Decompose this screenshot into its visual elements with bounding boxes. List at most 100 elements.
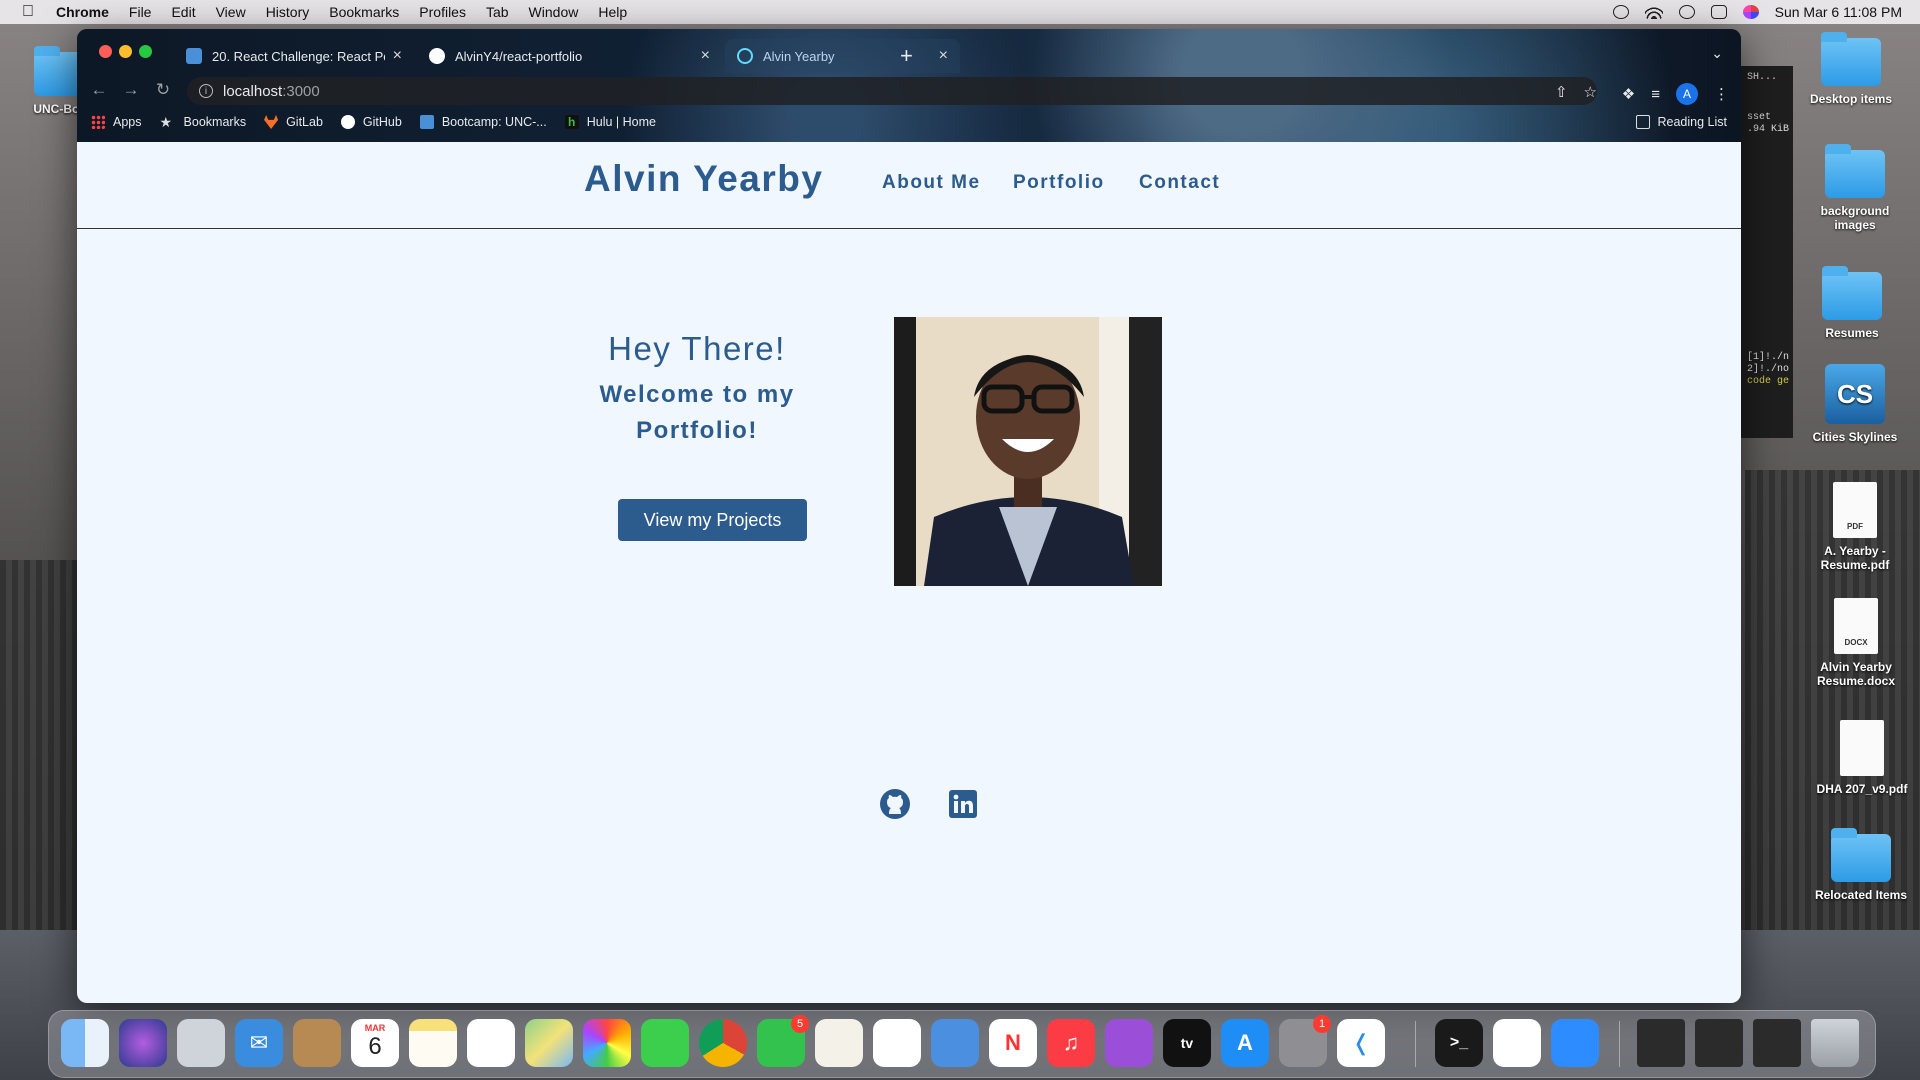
reload-icon[interactable]: ↻ [147,80,179,100]
bookmark-bootcamp[interactable]: Bootcamp: UNC-... [419,115,547,129]
nav-about-me[interactable]: About Me [882,172,981,194]
more-menu-icon[interactable]: ⋮ [1714,85,1729,103]
tab-alvin-yearby[interactable]: Alvin Yearby × [725,39,960,73]
apple-tv-icon[interactable]: tv [1163,1019,1211,1067]
pages-icon[interactable] [815,1019,863,1067]
tab-search-icon[interactable]: ⌄ [1711,45,1723,62]
site-brand[interactable]: Alvin Yearby [584,158,823,200]
bookmark-gitlab[interactable]: GitLab [264,115,323,129]
bookmark-label: GitLab [286,115,323,129]
menu-tab[interactable]: Tab [486,4,509,20]
podcasts-icon[interactable] [1105,1019,1153,1067]
menu-history[interactable]: History [266,4,310,20]
nav-contact[interactable]: Contact [1139,172,1220,194]
extensions-icon[interactable]: ❖ [1622,85,1635,103]
window-zoom-button[interactable] [139,45,152,58]
menu-bookmarks[interactable]: Bookmarks [329,4,399,20]
menu-view[interactable]: View [216,4,246,20]
terminal-window-peek[interactable]: SH... sset .94 KiB [1]!./n 2]!./no code … [1741,66,1793,438]
bookmark-hulu[interactable]: h Hulu | Home [564,115,656,129]
bookmark-star-icon[interactable]: ☆ [1584,83,1597,101]
keynote-icon[interactable] [931,1019,979,1067]
reminders-icon[interactable] [467,1019,515,1067]
apple-icon[interactable]:  [22,3,38,21]
menu-profiles[interactable]: Profiles [419,4,466,20]
app-store-icon[interactable]: A [1221,1019,1269,1067]
tab-close-icon[interactable]: × [393,47,402,65]
address-bar[interactable]: i localhost:3000 [187,77,1597,105]
contacts-icon[interactable] [293,1019,341,1067]
slack-icon[interactable] [1493,1019,1541,1067]
desktop-item-label: background images [1820,204,1890,232]
menu-help[interactable]: Help [598,4,627,20]
terminal-icon[interactable]: >_ [1435,1019,1483,1067]
share-icon[interactable]: ⇧ [1555,83,1568,101]
minimized-window-thumbnail[interactable] [1695,1019,1743,1067]
desktop-app-cities-skylines[interactable]: CS Cities Skylines [1800,364,1910,444]
vscode-icon[interactable]: ❬ [1337,1019,1385,1067]
facetime-icon[interactable]: 5 [757,1015,809,1067]
menu-edit[interactable]: Edit [171,4,195,20]
tab-close-icon[interactable]: × [939,47,948,65]
desktop-file-pdf[interactable]: PDF A. Yearby - Resume.pdf [1800,482,1910,572]
control-center-icon[interactable] [1710,5,1727,19]
messages-icon[interactable] [641,1019,689,1067]
siri-icon[interactable] [119,1019,167,1067]
spotlight-icon[interactable] [1678,5,1695,19]
window-minimize-button[interactable] [119,45,132,58]
new-tab-button[interactable]: + [900,43,913,69]
desktop-folder[interactable]: Relocated Items [1806,828,1916,902]
minimized-window-thumbnail[interactable] [1753,1019,1801,1067]
wifi-icon[interactable] [1644,5,1663,19]
menu-window[interactable]: Window [529,4,579,20]
calendar-icon[interactable]: MAR 6 [351,1019,399,1067]
siri-icon[interactable] [1742,5,1759,19]
doc-icon [419,115,434,129]
site-info-icon[interactable]: i [199,84,213,98]
minimized-window-thumbnail[interactable] [1637,1019,1685,1067]
menu-app-name[interactable]: Chrome [56,4,109,20]
mail-icon[interactable]: ✉ [235,1019,283,1067]
zoom-icon[interactable] [1551,1019,1599,1067]
desktop-folder[interactable]: Resumes [1797,266,1907,340]
tab-react-challenge[interactable]: 20. React Challenge: React Por × [174,39,414,73]
news-icon[interactable]: N [989,1019,1037,1067]
system-preferences-icon[interactable]: 1 [1279,1015,1331,1067]
finder-icon[interactable] [61,1019,109,1067]
music-icon[interactable]: ♫ [1047,1019,1095,1067]
photos-icon[interactable] [583,1019,631,1067]
tab-close-icon[interactable]: × [701,47,710,65]
notes-icon[interactable] [409,1019,457,1067]
bookmark-bookmarks[interactable]: ★ Bookmarks [160,115,247,129]
terminal-line: code ge [1747,376,1790,387]
clock[interactable]: Sun Mar 6 11:08 PM [1775,4,1902,20]
bookmark-github[interactable]: GitHub [340,115,402,129]
bookmark-apps[interactable]: Apps [91,115,142,129]
github-icon[interactable] [879,788,911,820]
media-icon[interactable]: ≡ [1651,86,1660,103]
desktop-file-pdf[interactable]: DHA 207_v9.pdf [1807,720,1917,796]
numbers-icon[interactable] [873,1019,921,1067]
tab-github-repo[interactable]: AlvinY4/react-portfolio × [417,39,722,73]
linkedin-icon[interactable] [947,788,979,820]
play-icon[interactable] [1612,5,1629,19]
view-projects-button[interactable]: View my Projects [618,499,807,541]
page-viewport: Alvin Yearby About Me Portfolio Contact … [77,142,1741,1003]
chrome-icon[interactable] [699,1019,747,1067]
back-icon[interactable]: ← [83,80,115,100]
menu-file[interactable]: File [129,4,152,20]
window-close-button[interactable] [99,45,112,58]
forward-icon[interactable]: → [115,80,147,100]
desktop-folder[interactable]: Desktop items [1796,32,1906,106]
profile-photo-graphic [894,317,1162,586]
maps-icon[interactable] [525,1019,573,1067]
desktop-folder[interactable]: background images [1800,144,1910,232]
launchpad-icon[interactable] [177,1019,225,1067]
reading-list-button[interactable]: Reading List [1635,115,1727,129]
profile-avatar[interactable]: A [1676,83,1698,105]
trash-icon[interactable] [1811,1019,1859,1067]
desktop-file-docx[interactable]: DOCX Alvin Yearby Resume.docx [1801,598,1911,688]
calendar-day: 6 [368,1033,382,1060]
bookmark-label: Apps [113,115,142,129]
nav-portfolio[interactable]: Portfolio [1013,172,1105,194]
